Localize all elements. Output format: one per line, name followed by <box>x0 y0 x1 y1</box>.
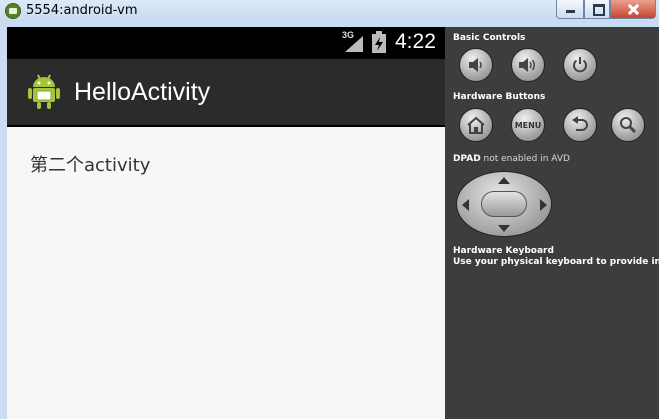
minimize-button[interactable] <box>556 0 584 19</box>
dpad-label-strong: DPAD <box>453 154 481 164</box>
action-bar: HelloActivity <box>7 59 445 127</box>
window-titlebar: 5554:android-vm <box>0 0 659 22</box>
dpad-center-button[interactable] <box>481 191 527 217</box>
signal-icon <box>345 36 363 52</box>
dpad-down-arrow-icon[interactable] <box>498 225 510 232</box>
window-title: 5554:android-vm <box>26 3 138 18</box>
menu-button-label: MENU <box>514 120 542 130</box>
back-icon <box>572 116 588 131</box>
dpad-control[interactable] <box>456 171 552 237</box>
control-panel: Basic Controls Hardware Buttons MENU DPA… <box>445 27 659 419</box>
home-button[interactable] <box>459 108 493 142</box>
maximize-button[interactable] <box>584 0 610 19</box>
power-icon <box>573 57 587 73</box>
volume-up-icon <box>519 58 535 72</box>
hardware-keyboard-hint: Use your physical keyboard to provide in… <box>453 257 659 267</box>
status-clock: 4:22 <box>395 30 436 53</box>
dpad-up-arrow-icon[interactable] <box>498 177 510 184</box>
close-button[interactable] <box>610 0 656 19</box>
dpad-right-arrow-icon[interactable] <box>540 199 547 211</box>
power-button[interactable] <box>563 48 597 82</box>
search-button[interactable] <box>611 108 645 142</box>
dpad-left-arrow-icon[interactable] <box>462 199 469 211</box>
dpad-label: DPAD not enabled in AVD <box>453 154 570 165</box>
menu-button[interactable]: MENU <box>511 108 545 142</box>
hardware-buttons-label: Hardware Buttons <box>453 92 546 102</box>
volume-up-button[interactable] <box>511 48 545 82</box>
android-robot-icon <box>28 74 60 109</box>
battery-icon <box>372 31 386 53</box>
volume-down-icon <box>469 58 482 72</box>
volume-down-button[interactable] <box>459 48 493 82</box>
dpad-label-rest: not enabled in AVD <box>480 154 570 164</box>
emulator-app-icon <box>5 3 21 19</box>
activity-content-text: 第二个activity <box>30 155 151 176</box>
status-bar: 3G 4:22 <box>7 27 445 59</box>
basic-controls-label: Basic Controls <box>453 33 526 43</box>
app-title: HelloActivity <box>74 78 211 106</box>
device-screen[interactable]: 3G 4:22 HelloActivity 第二个activity <box>7 27 445 419</box>
search-icon <box>620 117 637 134</box>
home-icon <box>467 116 485 134</box>
hardware-keyboard-label: Hardware Keyboard <box>453 246 554 256</box>
back-button[interactable] <box>563 108 597 142</box>
